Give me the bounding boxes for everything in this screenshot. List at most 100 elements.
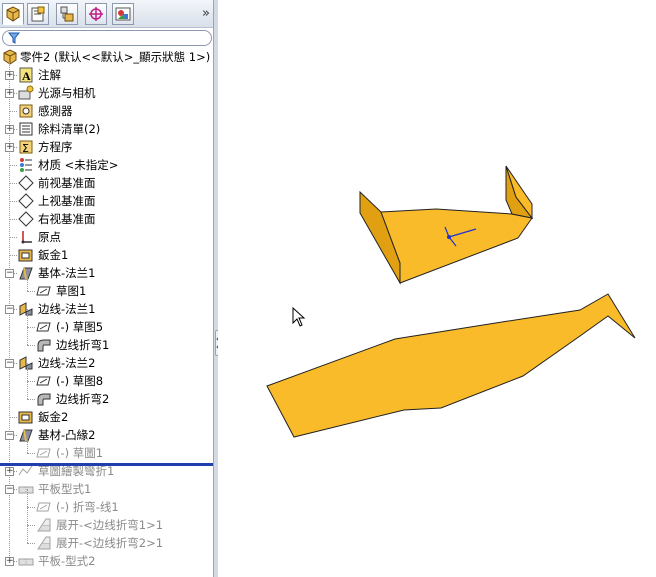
tree-item[interactable]: (-) 草圖1 — [0, 435, 213, 462]
flat-pattern-body[interactable] — [266, 293, 636, 438]
tree-item[interactable]: 右视基准面 — [0, 210, 213, 228]
feature-manager-tab[interactable] — [2, 3, 24, 25]
tree-item[interactable]: 展开-<边线折弯1>1 — [0, 507, 213, 534]
tree-connector — [10, 111, 17, 112]
tree-item[interactable]: − 平板型式1 — [0, 480, 213, 498]
sketch-icon — [36, 376, 51, 386]
tree-item-label: 平板型式1 — [38, 482, 92, 496]
tree-item-label: (-) 草圖1 — [56, 446, 104, 460]
tree-item-label: 展开-<边线折弯1>1 — [56, 518, 164, 532]
base-flange-icon — [19, 429, 33, 442]
tree-child-guide — [27, 309, 28, 327]
expand-toggle-icon[interactable]: + — [5, 467, 14, 476]
tree-connector — [10, 219, 17, 220]
expand-toggle-icon[interactable]: + — [5, 125, 14, 134]
expand-toggle-icon[interactable]: + — [5, 71, 14, 80]
sketch-icon — [36, 448, 51, 458]
tree-item[interactable]: 边线折弯2 — [0, 381, 213, 408]
tree-child-guide — [27, 273, 28, 291]
tree-item[interactable]: − 基体-法兰1 — [0, 264, 213, 282]
tree-item[interactable]: + 光源与相机 — [0, 84, 213, 102]
flat-pattern-icon — [18, 558, 34, 566]
tree-item[interactable]: 边线折弯1 — [0, 327, 213, 354]
tree-child-guide — [27, 525, 28, 543]
tree-connector — [10, 165, 17, 166]
tree-child-connector — [27, 291, 35, 292]
annotation-icon: A — [19, 67, 33, 83]
tree-item[interactable]: + A 注解 — [0, 66, 213, 84]
svg-text:Σ: Σ — [22, 142, 29, 155]
base-flange-icon — [19, 267, 33, 280]
tree-item[interactable]: 感測器 — [0, 102, 213, 120]
tree-root-part[interactable]: 零件2 (默认<<默认>_顯示狀態 1>) — [0, 48, 213, 66]
sketch-icon — [36, 322, 51, 332]
tree-item[interactable]: − 边线-法兰2 — [0, 354, 213, 372]
tree-item[interactable]: (-) 折弯-线1 — [0, 489, 213, 516]
plane-icon — [18, 175, 34, 191]
display-icon — [115, 7, 131, 21]
unfold-icon — [37, 518, 51, 532]
filter-icon — [8, 32, 20, 44]
dimxpert-tab[interactable] — [85, 3, 107, 25]
svg-text:A: A — [22, 69, 31, 83]
sensor-icon — [19, 104, 33, 118]
tree-child-connector — [27, 543, 35, 544]
tree-item-label: 边线折弯1 — [56, 338, 110, 352]
crosshair-icon — [89, 7, 103, 21]
tree-item[interactable]: − 基材-凸緣2 — [0, 426, 213, 444]
graphics-viewport[interactable] — [218, 0, 656, 577]
tree-item[interactable]: 上视基准面 — [0, 192, 213, 210]
tree-connector — [10, 201, 17, 202]
tree-item-label: 光源与相机 — [38, 86, 96, 100]
expand-toggle-icon[interactable]: − — [5, 359, 14, 368]
tree-item[interactable]: 前视基准面 — [0, 174, 213, 192]
tree-item-label: 鈑金2 — [38, 410, 69, 424]
expand-toggle-icon[interactable]: − — [5, 305, 14, 314]
property-manager-tab[interactable] — [27, 3, 49, 25]
mouse-pointer-icon — [292, 307, 306, 327]
solidworks-window: » 零件2 (默认<<默认>_顯示狀態 1>) + A 注解 + 光源与相机感測器 + 除料清… — [0, 0, 656, 577]
tree-item[interactable]: 原点 — [0, 228, 213, 246]
tree-item[interactable]: + Σ 方程序 — [0, 138, 213, 156]
tree-item[interactable]: 鈑金1 — [0, 246, 213, 264]
tree-connector — [10, 183, 17, 184]
tree-item-label: 注解 — [38, 68, 61, 82]
tree-item[interactable]: (-) 草图8 — [0, 363, 213, 390]
tree-item-label: (-) 折弯-线1 — [56, 500, 119, 514]
tree-item-label: 原点 — [38, 230, 61, 244]
sheetmetal-icon — [18, 411, 33, 424]
expand-toggle-icon[interactable]: − — [5, 269, 14, 278]
tree-child-guide — [27, 507, 28, 525]
folded-sheet-metal-body[interactable] — [359, 165, 534, 285]
tree-item-label: 前视基准面 — [38, 176, 96, 190]
tree-root-label: 零件2 (默认<<默认>_顯示狀態 1>) — [20, 50, 211, 64]
tree-filter-input[interactable] — [2, 30, 212, 46]
expand-toggle-icon[interactable]: + — [5, 89, 14, 98]
rollback-bar[interactable] — [0, 463, 213, 466]
tree-item[interactable]: − 边线-法兰1 — [0, 300, 213, 318]
tree-item[interactable]: + 除料清單(2) — [0, 120, 213, 138]
expand-toggle-icon[interactable]: − — [5, 431, 14, 440]
expand-toggle-icon[interactable]: + — [5, 557, 14, 566]
display-manager-tab[interactable] — [112, 3, 134, 25]
tree-child-connector — [27, 381, 35, 382]
expand-toggle-icon[interactable]: + — [5, 143, 14, 152]
expand-toggle-icon[interactable]: − — [5, 485, 14, 494]
tree-child-connector — [27, 327, 35, 328]
more-tabs-chevron-icon[interactable]: » — [202, 6, 210, 21]
tree-item[interactable]: + 平板-型式2 — [0, 552, 213, 570]
tree-child-connector — [27, 453, 35, 454]
configuration-manager-tab[interactable] — [56, 3, 78, 25]
tree-child-guide — [27, 363, 28, 381]
tree-item-label: 展开-<边线折弯2>1 — [56, 536, 164, 550]
sketch-icon — [36, 502, 51, 512]
tree-item[interactable]: 草图1 — [0, 273, 213, 300]
tree-item[interactable]: 展开-<边线折弯2>1 — [0, 525, 213, 552]
tree-item[interactable]: 材质 <未指定> — [0, 156, 213, 174]
tree-item-label: 边线折弯2 — [56, 392, 110, 406]
part-model-view[interactable] — [218, 0, 656, 577]
tree-item[interactable]: 鈑金2 — [0, 408, 213, 426]
tree-child-guide — [27, 435, 28, 453]
tree-item-label: 上视基准面 — [38, 194, 96, 208]
tree-item[interactable]: (-) 草图5 — [0, 309, 213, 336]
